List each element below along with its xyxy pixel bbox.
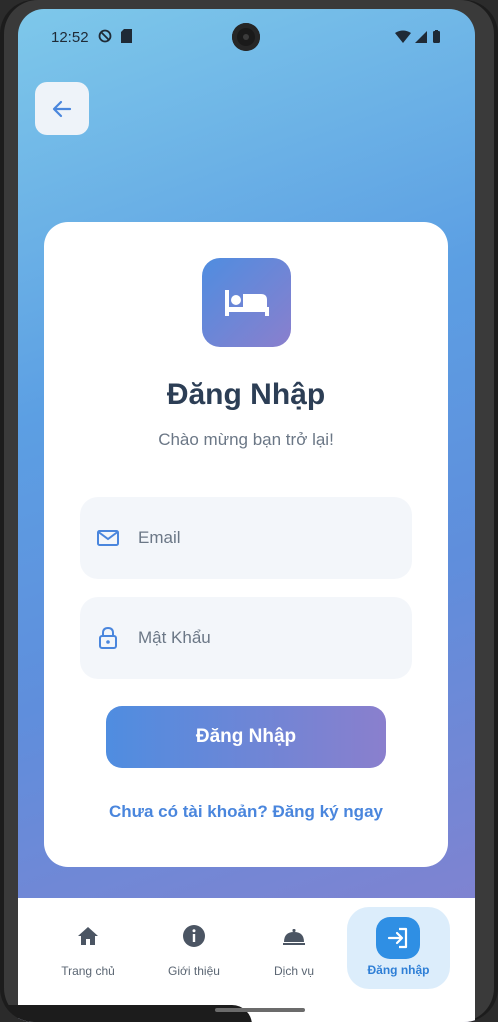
nav-label-about: Giới thiệu bbox=[168, 964, 220, 978]
nav-item-login[interactable]: Đăng nhập bbox=[347, 907, 450, 989]
lock-icon bbox=[99, 626, 117, 649]
nav-item-about[interactable]: Giới thiệu bbox=[144, 908, 244, 988]
room-service-icon bbox=[283, 929, 305, 945]
page-subtitle: Chào mừng bạn trở lại! bbox=[158, 430, 334, 449]
password-input[interactable] bbox=[138, 617, 394, 659]
mail-icon bbox=[97, 530, 119, 546]
front-camera bbox=[232, 23, 260, 51]
login-icon bbox=[387, 927, 408, 949]
page-title: Đăng Nhập bbox=[166, 378, 326, 411]
app-screen: 12:52 Đăng Nhập Chào mừng bạn trở lại! E… bbox=[18, 9, 475, 1022]
bed-icon bbox=[224, 289, 269, 316]
sd-card-icon bbox=[121, 29, 132, 43]
shield-icon bbox=[98, 29, 112, 43]
email-field[interactable] bbox=[80, 497, 412, 579]
login-card: Đăng Nhập Chào mừng bạn trở lại! Đăng Nh… bbox=[44, 222, 448, 867]
device-corner bbox=[0, 1005, 252, 1022]
password-field[interactable] bbox=[80, 597, 412, 679]
wifi-icon bbox=[395, 30, 411, 43]
app-logo bbox=[202, 258, 291, 347]
bottom-navigation: Trang chủ Giới thiệu Dịch vụ Đăng nhập bbox=[18, 898, 475, 1022]
cell-signal-icon bbox=[415, 31, 427, 43]
nav-label-home: Trang chủ bbox=[61, 964, 115, 978]
register-link[interactable]: Chưa có tài khoản? Đăng ký ngay bbox=[44, 802, 448, 822]
home-icon bbox=[78, 927, 98, 945]
email-input[interactable] bbox=[138, 517, 394, 559]
status-bar: 12:52 bbox=[18, 9, 475, 65]
nav-label-login: Đăng nhập bbox=[367, 963, 430, 977]
info-icon bbox=[183, 925, 205, 947]
signal-battery-icons bbox=[395, 30, 440, 43]
nav-label-services: Dịch vụ bbox=[273, 964, 314, 978]
arrow-left-icon bbox=[52, 100, 72, 117]
home-indicator[interactable] bbox=[215, 1008, 305, 1012]
battery-icon bbox=[433, 31, 440, 43]
phone-frame: 12:52 Đăng Nhập Chào mừng bạn trở lại! E… bbox=[0, 0, 498, 1022]
login-button[interactable]: Đăng Nhập bbox=[106, 706, 386, 768]
status-time: 12:52 bbox=[51, 29, 89, 46]
nav-item-home[interactable]: Trang chủ bbox=[38, 908, 138, 988]
nav-login-icon-badge bbox=[376, 917, 420, 959]
back-button[interactable] bbox=[35, 82, 89, 135]
nav-item-services[interactable]: Dịch vụ bbox=[244, 908, 344, 988]
